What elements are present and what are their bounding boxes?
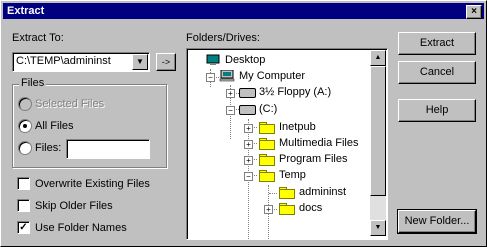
title-bar: Extract × xyxy=(3,3,484,19)
open-folder-icon xyxy=(279,187,295,199)
all-files-label: All Files xyxy=(35,120,74,132)
dialog-title: Extract xyxy=(7,5,45,17)
cancel-button[interactable]: Cancel xyxy=(398,61,476,84)
files-radio[interactable] xyxy=(18,141,32,155)
help-button[interactable]: Help xyxy=(398,99,476,122)
folders-label: Folders/Drives: xyxy=(186,32,260,44)
new-folder-button[interactable]: New Folder... xyxy=(397,209,477,234)
desktop-icon xyxy=(205,54,221,66)
folder-icon xyxy=(259,154,275,166)
expand-toggle-c-drive[interactable]: − xyxy=(226,106,235,115)
computer-icon xyxy=(219,69,235,82)
folder-tree[interactable]: Desktop − My Computer + 3½ Floppy (A:) −… xyxy=(186,48,388,240)
expand-toggle-multimedia[interactable]: + xyxy=(244,140,253,149)
scroll-thumb[interactable] xyxy=(370,66,386,196)
expand-toggle-temp[interactable]: − xyxy=(244,172,253,181)
extract-to-value: C:\TEMP\admininst xyxy=(16,55,111,67)
browse-arrow-button[interactable]: -> xyxy=(156,53,176,71)
files-input[interactable] xyxy=(66,139,150,159)
expand-toggle-inetpub[interactable]: + xyxy=(244,124,253,133)
expand-toggle-floppy[interactable]: + xyxy=(226,89,235,98)
files-label: Files: xyxy=(35,142,62,154)
close-button[interactable]: × xyxy=(466,5,482,19)
tree-vertical-scrollbar[interactable]: ▲ ▼ xyxy=(370,50,386,236)
scroll-down-icon[interactable]: ▼ xyxy=(370,220,386,236)
radio-selected-dot xyxy=(23,124,27,128)
extract-to-label: Extract To: xyxy=(12,32,64,44)
use-folder-names-label: Use Folder Names xyxy=(35,222,127,234)
expand-toggle-docs[interactable]: + xyxy=(264,205,273,214)
selected-files-radio[interactable] xyxy=(18,97,32,111)
open-folder-icon xyxy=(259,170,275,182)
expand-toggle-my-computer[interactable]: − xyxy=(206,73,215,82)
skip-older-label: Skip Older Files xyxy=(35,200,113,212)
all-files-radio[interactable] xyxy=(18,119,32,133)
extract-button[interactable]: Extract xyxy=(398,32,476,55)
selected-files-label: Selected Files xyxy=(35,98,105,110)
overwrite-label: Overwrite Existing Files xyxy=(35,178,150,190)
expand-toggle-program-files[interactable]: + xyxy=(244,156,253,165)
hard-drive-icon xyxy=(239,105,256,115)
folder-icon xyxy=(259,138,275,150)
folder-icon xyxy=(279,203,295,215)
floppy-drive-icon xyxy=(239,88,256,98)
skip-older-checkbox[interactable] xyxy=(17,199,30,212)
files-group-label: Files xyxy=(19,77,47,89)
dropdown-arrow-icon[interactable]: ▼ xyxy=(132,54,148,70)
extract-to-combobox[interactable]: C:\TEMP\admininst ▼ xyxy=(12,52,150,72)
overwrite-checkbox[interactable] xyxy=(17,177,30,190)
folder-icon xyxy=(259,122,275,134)
scroll-up-icon[interactable]: ▲ xyxy=(370,50,386,66)
use-folder-names-checkbox[interactable]: ✓ xyxy=(17,221,30,234)
